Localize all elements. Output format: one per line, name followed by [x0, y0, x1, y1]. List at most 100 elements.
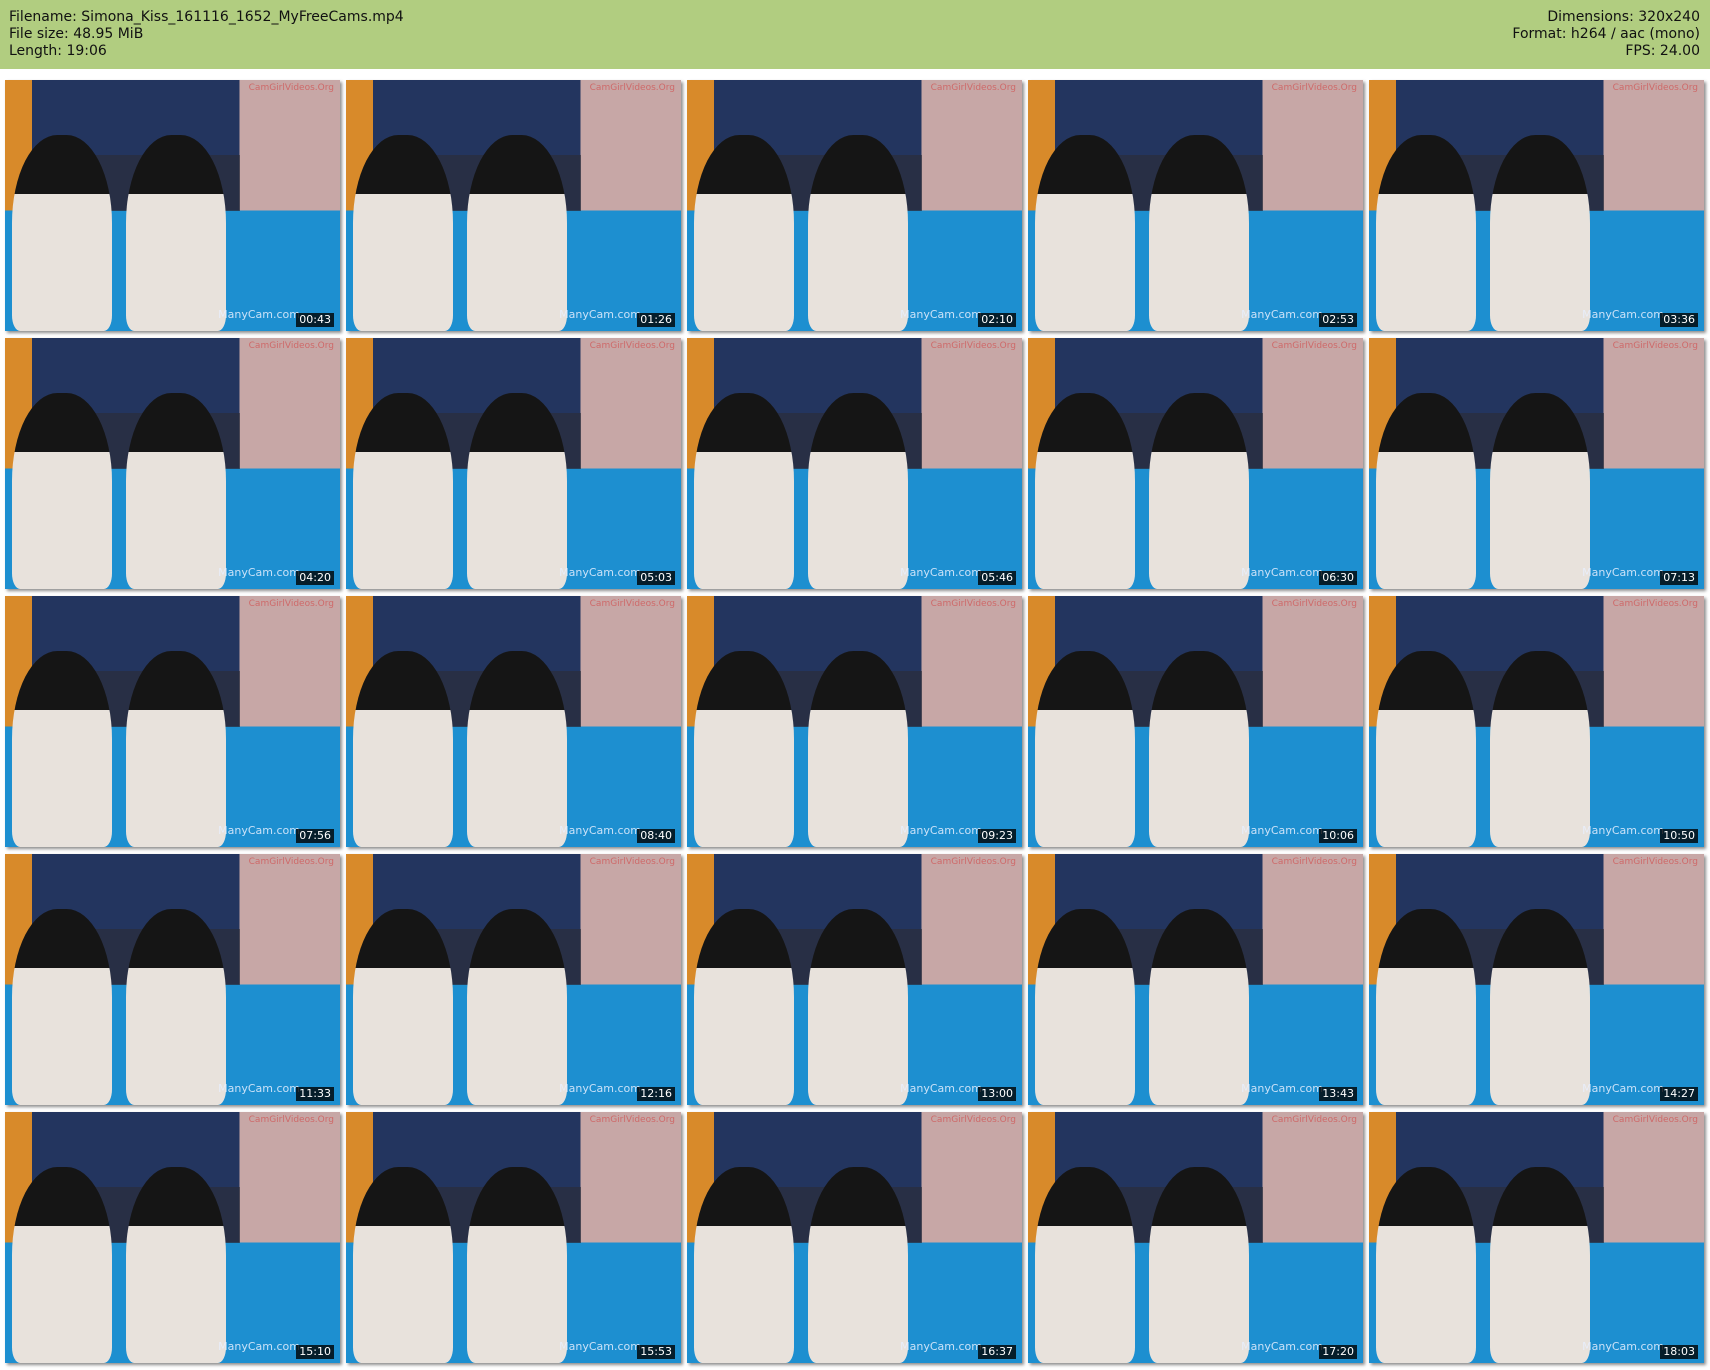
watermark-bottom: ManyCam.com	[1582, 308, 1664, 321]
timestamp: 16:37	[978, 1345, 1016, 1359]
watermark-top: CamGirlVideos.Org	[930, 83, 1016, 93]
video-thumbnail[interactable]: CamGirlVideos.Org ManyCam.com 07:56	[5, 596, 340, 847]
watermark-top: CamGirlVideos.Org	[930, 857, 1016, 867]
watermark-top: CamGirlVideos.Org	[589, 599, 675, 609]
person-figure	[693, 1167, 795, 1363]
person-figure	[1148, 651, 1250, 847]
watermark-top: CamGirlVideos.Org	[589, 341, 675, 351]
format: Format: h264 / aac (mono)	[1512, 26, 1700, 42]
watermark-top: CamGirlVideos.Org	[248, 1115, 334, 1125]
timestamp: 18:03	[1660, 1345, 1698, 1359]
person-figure	[125, 909, 227, 1105]
person-figure	[11, 651, 113, 847]
timestamp: 15:10	[296, 1345, 334, 1359]
watermark-bottom: ManyCam.com	[559, 308, 641, 321]
person-figure	[125, 135, 227, 331]
person-figure	[1489, 909, 1591, 1105]
watermark-bottom: ManyCam.com	[1241, 1082, 1323, 1095]
timestamp: 11:33	[296, 1087, 334, 1101]
watermark-bottom: ManyCam.com	[559, 1082, 641, 1095]
person-figure	[693, 651, 795, 847]
person-figure	[466, 393, 568, 589]
person-figure	[1489, 393, 1591, 589]
video-thumbnail[interactable]: CamGirlVideos.Org ManyCam.com 09:23	[687, 596, 1022, 847]
person-figure	[1034, 135, 1136, 331]
watermark-top: CamGirlVideos.Org	[248, 341, 334, 351]
watermark-bottom: ManyCam.com	[559, 824, 641, 837]
timestamp: 17:20	[1319, 1345, 1357, 1359]
watermark-bottom: ManyCam.com	[1582, 824, 1664, 837]
person-figure	[1148, 135, 1250, 331]
timestamp: 12:16	[637, 1087, 675, 1101]
video-thumbnail[interactable]: CamGirlVideos.Org ManyCam.com 03:36	[1369, 80, 1704, 331]
video-thumbnail[interactable]: CamGirlVideos.Org ManyCam.com 17:20	[1028, 1112, 1363, 1363]
video-thumbnail[interactable]: CamGirlVideos.Org ManyCam.com 04:20	[5, 338, 340, 589]
video-thumbnail[interactable]: CamGirlVideos.Org ManyCam.com 15:10	[5, 1112, 340, 1363]
timestamp: 03:36	[1660, 313, 1698, 327]
video-thumbnail[interactable]: CamGirlVideos.Org ManyCam.com 14:27	[1369, 854, 1704, 1105]
watermark-top: CamGirlVideos.Org	[248, 83, 334, 93]
person-figure	[125, 1167, 227, 1363]
person-figure	[807, 651, 909, 847]
watermark-top: CamGirlVideos.Org	[248, 599, 334, 609]
video-thumbnail[interactable]: CamGirlVideos.Org ManyCam.com 11:33	[5, 854, 340, 1105]
person-figure	[352, 909, 454, 1105]
watermark-bottom: ManyCam.com	[1241, 1340, 1323, 1353]
file-info-left: Filename: Simona_Kiss_161116_1652_MyFree…	[9, 9, 404, 60]
video-thumbnail[interactable]: CamGirlVideos.Org ManyCam.com 13:00	[687, 854, 1022, 1105]
timestamp: 02:10	[978, 313, 1016, 327]
watermark-top: CamGirlVideos.Org	[1612, 1115, 1698, 1125]
person-figure	[352, 135, 454, 331]
person-figure	[11, 135, 113, 331]
person-figure	[1489, 651, 1591, 847]
watermark-bottom: ManyCam.com	[900, 824, 982, 837]
watermark-bottom: ManyCam.com	[1241, 308, 1323, 321]
watermark-bottom: ManyCam.com	[1582, 1082, 1664, 1095]
video-thumbnail[interactable]: CamGirlVideos.Org ManyCam.com 06:30	[1028, 338, 1363, 589]
video-thumbnail[interactable]: CamGirlVideos.Org ManyCam.com 07:13	[1369, 338, 1704, 589]
person-figure	[1375, 651, 1477, 847]
watermark-top: CamGirlVideos.Org	[1271, 341, 1357, 351]
video-thumbnail[interactable]: CamGirlVideos.Org ManyCam.com 10:06	[1028, 596, 1363, 847]
timestamp: 10:06	[1319, 829, 1357, 843]
person-figure	[1148, 1167, 1250, 1363]
video-thumbnail[interactable]: CamGirlVideos.Org ManyCam.com 02:53	[1028, 80, 1363, 331]
timestamp: 05:03	[637, 571, 675, 585]
video-thumbnail[interactable]: CamGirlVideos.Org ManyCam.com 01:26	[346, 80, 681, 331]
watermark-bottom: ManyCam.com	[218, 1082, 300, 1095]
watermark-top: CamGirlVideos.Org	[248, 857, 334, 867]
video-thumbnail[interactable]: CamGirlVideos.Org ManyCam.com 16:37	[687, 1112, 1022, 1363]
timestamp: 07:56	[296, 829, 334, 843]
watermark-bottom: ManyCam.com	[900, 1082, 982, 1095]
video-thumbnail[interactable]: CamGirlVideos.Org ManyCam.com 12:16	[346, 854, 681, 1105]
watermark-top: CamGirlVideos.Org	[1271, 83, 1357, 93]
filename: Filename: Simona_Kiss_161116_1652_MyFree…	[9, 9, 404, 25]
watermark-top: CamGirlVideos.Org	[589, 83, 675, 93]
video-thumbnail[interactable]: CamGirlVideos.Org ManyCam.com 10:50	[1369, 596, 1704, 847]
video-thumbnail[interactable]: CamGirlVideos.Org ManyCam.com 15:53	[346, 1112, 681, 1363]
watermark-top: CamGirlVideos.Org	[1612, 857, 1698, 867]
video-thumbnail[interactable]: CamGirlVideos.Org ManyCam.com 00:43	[5, 80, 340, 331]
video-thumbnail[interactable]: CamGirlVideos.Org ManyCam.com 13:43	[1028, 854, 1363, 1105]
watermark-top: CamGirlVideos.Org	[1612, 599, 1698, 609]
person-figure	[11, 909, 113, 1105]
person-figure	[1148, 393, 1250, 589]
video-thumbnail[interactable]: CamGirlVideos.Org ManyCam.com 05:46	[687, 338, 1022, 589]
watermark-bottom: ManyCam.com	[218, 566, 300, 579]
timestamp: 06:30	[1319, 571, 1357, 585]
video-thumbnail[interactable]: CamGirlVideos.Org ManyCam.com 18:03	[1369, 1112, 1704, 1363]
watermark-bottom: ManyCam.com	[559, 566, 641, 579]
person-figure	[352, 1167, 454, 1363]
person-figure	[11, 1167, 113, 1363]
watermark-top: CamGirlVideos.Org	[1271, 1115, 1357, 1125]
person-figure	[1034, 909, 1136, 1105]
thumbnail-grid: CamGirlVideos.Org ManyCam.com 00:43 CamG…	[5, 80, 1704, 1363]
person-figure	[1375, 393, 1477, 589]
person-figure	[807, 909, 909, 1105]
dimensions: Dimensions: 320x240	[1547, 9, 1700, 25]
video-thumbnail[interactable]: CamGirlVideos.Org ManyCam.com 08:40	[346, 596, 681, 847]
watermark-bottom: ManyCam.com	[900, 566, 982, 579]
video-thumbnail[interactable]: CamGirlVideos.Org ManyCam.com 02:10	[687, 80, 1022, 331]
watermark-bottom: ManyCam.com	[1582, 566, 1664, 579]
video-thumbnail[interactable]: CamGirlVideos.Org ManyCam.com 05:03	[346, 338, 681, 589]
